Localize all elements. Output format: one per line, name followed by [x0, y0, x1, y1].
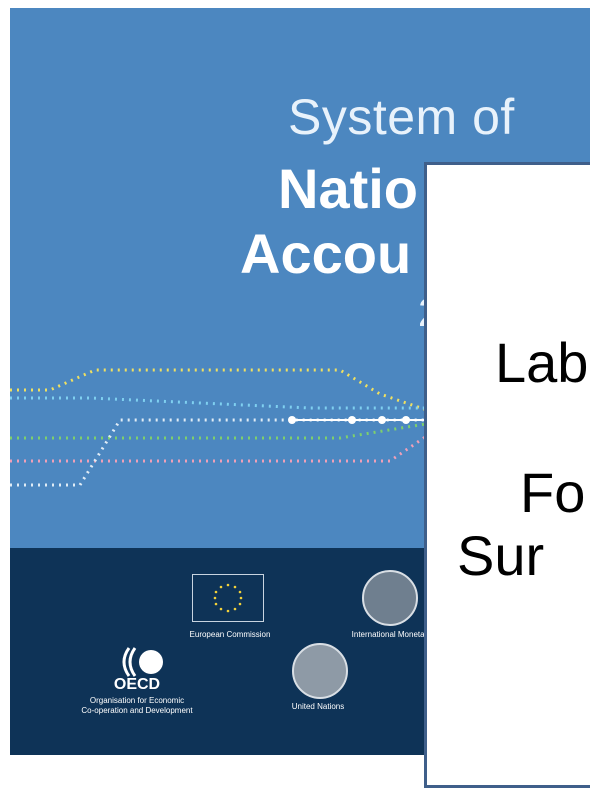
org-label-european-commission: European Commission [189, 630, 271, 639]
org-label-un: United Nations [291, 702, 345, 711]
overlay-text-box: Lab Fo Sur [424, 162, 590, 788]
slide-text-line3: Sur [457, 524, 545, 587]
cover-title-line2: Natio [278, 157, 418, 220]
slide-text-line1: Lab [495, 331, 589, 394]
un-emblem-icon [292, 643, 348, 699]
eu-flag-icon [192, 574, 264, 622]
cover-title-line3: Accou [240, 222, 412, 285]
org-label-oecd: Organisation for Economic Co-operation a… [81, 696, 193, 715]
imf-seal-icon [362, 570, 418, 626]
slide-text-line2: Fo [520, 461, 586, 524]
oecd-mark: OECD [113, 676, 161, 693]
cover-title-line1: System of [288, 89, 515, 145]
